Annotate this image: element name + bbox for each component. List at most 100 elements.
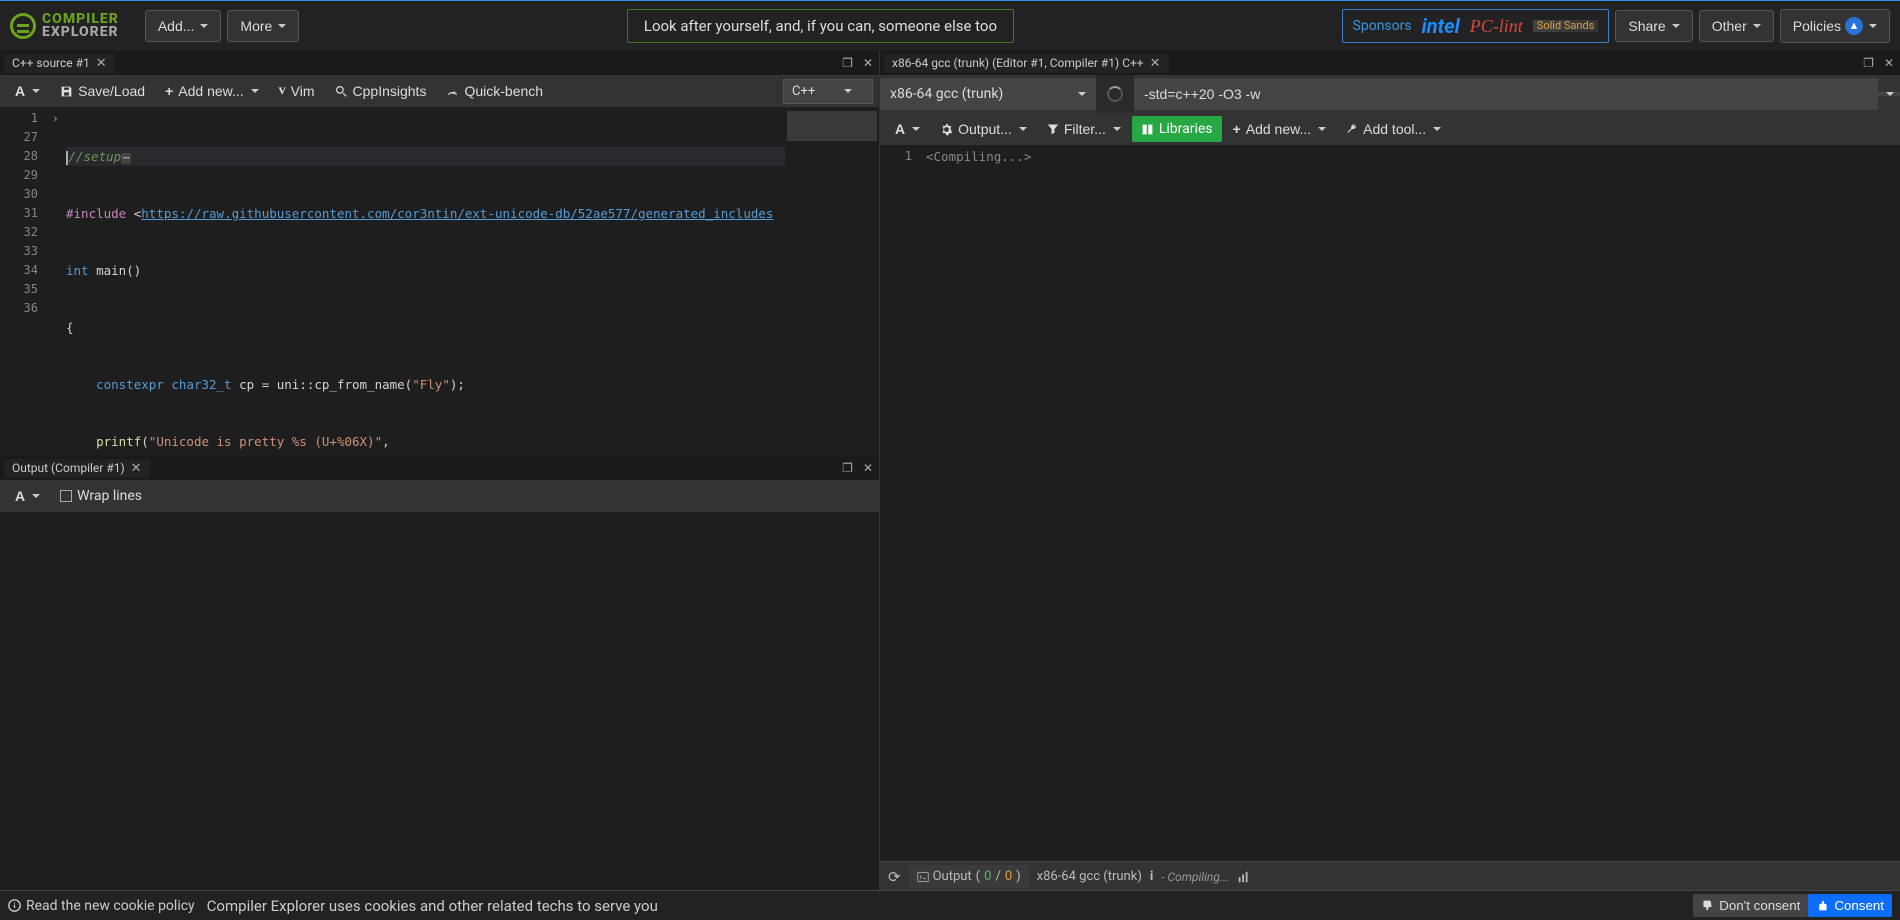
maximize-icon[interactable]: ❐ [840,56,855,70]
compiler-tab-label: x86-64 gcc (trunk) (Editor #1, Compiler … [892,56,1144,70]
close-icon[interactable]: ✕ [861,461,875,475]
add-button[interactable]: Add... [145,10,222,42]
libraries-button[interactable]: Libraries [1132,116,1222,142]
topbar: COMPILER EXPLORER Add... More Look after… [0,0,1900,51]
wrap-lines-checkbox[interactable]: Wrap lines [51,483,151,509]
logo-icon [10,13,36,39]
close-icon[interactable]: ✕ [1882,56,1896,70]
args-dropdown[interactable] [1878,92,1900,96]
wrench-icon [1346,123,1358,135]
filter-button[interactable]: Filter... [1038,116,1130,142]
reload-icon[interactable]: ⟳ [888,868,901,886]
compiler-args-input[interactable] [1134,78,1878,110]
caret-icon [1113,127,1121,131]
fold-dots[interactable]: ⋯ [121,153,131,164]
spinner-icon [1107,86,1123,102]
sponsors-label: Sponsors [1353,18,1412,34]
caret-icon [1078,92,1086,96]
gear-icon [940,123,953,136]
fold-column[interactable]: › [52,107,66,456]
gauge-icon [446,85,459,98]
dont-consent-button[interactable]: Don't consent [1693,894,1808,917]
addnew-button[interactable]: +Add new... [156,78,268,104]
caret-icon [912,127,920,131]
sponsor-solidsands: Solid Sands [1533,20,1599,33]
addtool-button[interactable]: Add tool... [1337,116,1450,142]
cookie-bar: Read the new cookie policy Compiler Expl… [0,890,1900,920]
motd-banner: Look after yourself, and, if you can, so… [627,9,1014,43]
caret-icon [1886,92,1894,96]
logo-text-bottom: EXPLORER [42,26,119,39]
left-column: C++ source #1 ✕ ❐ ✕ A Save/Load +Add new… [0,51,880,891]
cppinsights-button[interactable]: CppInsights [326,78,436,104]
thumbs-down-icon [1701,899,1714,912]
caret-icon [1672,24,1680,28]
other-button[interactable]: Other [1699,10,1774,42]
close-icon[interactable]: ✕ [96,56,107,71]
caret-icon [1753,24,1761,28]
chart-icon[interactable] [1237,870,1251,884]
compiler-tab[interactable]: x86-64 gcc (trunk) (Editor #1, Compiler … [884,54,1169,73]
close-icon[interactable]: ✕ [861,56,875,70]
output-tab[interactable]: Output (Compiler #1) ✕ [4,459,150,478]
saveload-button[interactable]: Save/Load [51,78,154,104]
maximize-icon[interactable]: ❐ [840,461,855,475]
output-toolbar: A Wrap lines [0,480,879,512]
font-button[interactable]: A [6,483,49,509]
notification-badge: ▲ [1845,17,1863,35]
compiler-toolbar: A Output... Filter... Libraries +Add new… [880,113,1900,145]
info-icon [8,899,21,912]
compiler-select-bar: x86-64 gcc (trunk) [880,75,1900,113]
source-tabs: C++ source #1 ✕ ❐ ✕ [0,51,879,75]
close-icon[interactable]: ✕ [1150,56,1161,71]
sponsor-pclint: PC-lint [1470,16,1523,37]
compiler-select[interactable]: x86-64 gcc (trunk) [880,78,1096,110]
caret-icon [1869,24,1877,28]
share-button[interactable]: Share [1615,10,1692,42]
output-tabs: Output (Compiler #1) ✕ ❐ ✕ [0,456,879,480]
book-icon [1141,123,1154,136]
more-button[interactable]: More [227,10,299,42]
sponsors-box[interactable]: Sponsors intel PC-lint Solid Sands [1342,9,1610,43]
asm-code[interactable]: <Compiling...> [926,145,1900,861]
maximize-icon[interactable]: ❐ [1861,56,1876,70]
source-tab[interactable]: C++ source #1 ✕ [4,54,115,73]
logo[interactable]: COMPILER EXPLORER [10,13,119,39]
vim-button[interactable]: vVim [270,78,324,104]
status-compiler-label: x86-64 gcc (trunk) [1037,869,1142,884]
policies-button[interactable]: Policies▲ [1780,9,1890,43]
caret-icon [844,89,852,93]
output-tab-label: Output (Compiler #1) [12,461,125,475]
main-area: C++ source #1 ✕ ❐ ✕ A Save/Load +Add new… [0,51,1900,891]
close-icon[interactable]: ✕ [131,461,142,476]
caret-icon [1433,127,1441,131]
font-button[interactable]: A [886,116,929,142]
source-toolbar: A Save/Load +Add new... vVim CppInsights… [0,75,879,107]
font-button[interactable]: A [6,78,49,104]
output-button[interactable]: Output... [931,116,1036,142]
language-select[interactable]: C++ [783,79,873,104]
sponsor-intel: intel [1422,14,1460,38]
gutter: 1 27 28 29 30 31 32 33 34 35 36 [0,107,52,456]
addnew-button[interactable]: +Add new... [1224,116,1336,142]
caret-icon [278,24,286,28]
save-icon [60,85,73,98]
cookie-policy-link[interactable]: Read the new cookie policy [8,898,195,914]
info-icon[interactable]: i [1150,869,1153,884]
output-area[interactable] [0,512,879,891]
source-tab-label: C++ source #1 [12,56,90,70]
consent-button[interactable]: Consent [1808,894,1892,917]
code-area[interactable]: //setup⋯ #include <https://raw.githubuse… [66,107,785,456]
caret-icon [1318,127,1326,131]
cookie-message: Compiler Explorer uses cookies and other… [207,897,658,915]
source-editor[interactable]: 1 27 28 29 30 31 32 33 34 35 36 › //setu… [0,107,879,456]
asm-editor[interactable]: 1 <Compiling...> [880,145,1900,861]
status-output-button[interactable]: Output (0/0) [909,865,1029,888]
quickbench-button[interactable]: Quick-bench [437,78,552,104]
minimap[interactable] [785,107,879,456]
compiler-status-bar: ⟳ Output (0/0) x86-64 gcc (trunk) i - Co… [880,861,1900,891]
caret-icon [32,89,40,93]
caret-icon [32,494,40,498]
compile-spinner [1096,75,1134,113]
terminal-icon [917,871,929,883]
